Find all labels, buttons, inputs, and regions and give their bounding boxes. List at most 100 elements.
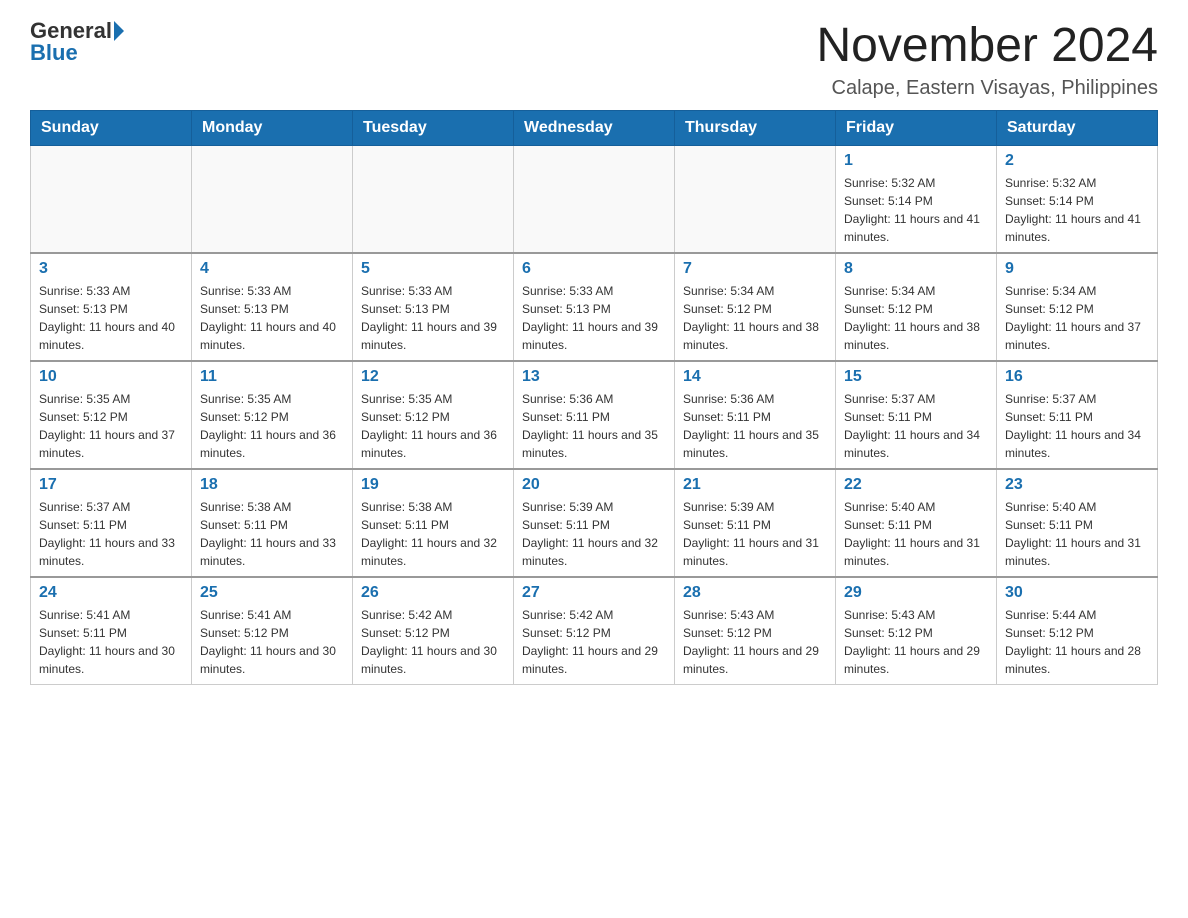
day-info: Sunrise: 5:44 AM Sunset: 5:12 PM Dayligh…	[1005, 606, 1149, 678]
calendar-cell: 23 Sunrise: 5:40 AM Sunset: 5:11 PM Dayli…	[997, 469, 1158, 577]
day-number: 27	[522, 584, 666, 602]
col-header-saturday: Saturday	[997, 110, 1158, 145]
day-number: 19	[361, 476, 505, 494]
calendar-cell: 25 Sunrise: 5:41 AM Sunset: 5:12 PM Dayli…	[192, 577, 353, 685]
calendar-cell: 17 Sunrise: 5:37 AM Sunset: 5:11 PM Dayli…	[31, 469, 192, 577]
day-info: Sunrise: 5:38 AM Sunset: 5:11 PM Dayligh…	[361, 498, 505, 570]
calendar-week-row: 10 Sunrise: 5:35 AM Sunset: 5:12 PM Dayli…	[31, 361, 1158, 469]
day-info: Sunrise: 5:42 AM Sunset: 5:12 PM Dayligh…	[522, 606, 666, 678]
col-header-monday: Monday	[192, 110, 353, 145]
calendar-cell: 24 Sunrise: 5:41 AM Sunset: 5:11 PM Dayli…	[31, 577, 192, 685]
day-number: 10	[39, 368, 183, 386]
location-text: Calape, Eastern Visayas, Philippines	[816, 77, 1158, 100]
calendar-cell	[353, 145, 514, 253]
day-info: Sunrise: 5:39 AM Sunset: 5:11 PM Dayligh…	[522, 498, 666, 570]
day-number: 28	[683, 584, 827, 602]
calendar-cell: 27 Sunrise: 5:42 AM Sunset: 5:12 PM Dayli…	[514, 577, 675, 685]
title-section: November 2024 Calape, Eastern Visayas, P…	[816, 20, 1158, 100]
day-info: Sunrise: 5:37 AM Sunset: 5:11 PM Dayligh…	[1005, 390, 1149, 462]
day-number: 23	[1005, 476, 1149, 494]
logo-blue-text: Blue	[30, 42, 78, 64]
calendar-cell: 1 Sunrise: 5:32 AM Sunset: 5:14 PM Daylig…	[836, 145, 997, 253]
day-info: Sunrise: 5:34 AM Sunset: 5:12 PM Dayligh…	[844, 282, 988, 354]
calendar-cell: 3Sunrise: 5:33 AM Sunset: 5:13 PM Daylig…	[31, 253, 192, 361]
calendar-week-row: 24 Sunrise: 5:41 AM Sunset: 5:11 PM Dayli…	[31, 577, 1158, 685]
day-number: 29	[844, 584, 988, 602]
col-header-sunday: Sunday	[31, 110, 192, 145]
day-number: 6	[522, 260, 666, 278]
calendar-cell: 14Sunrise: 5:36 AM Sunset: 5:11 PM Dayli…	[675, 361, 836, 469]
calendar-cell	[192, 145, 353, 253]
calendar-week-row: 17 Sunrise: 5:37 AM Sunset: 5:11 PM Dayli…	[31, 469, 1158, 577]
calendar-week-row: 3Sunrise: 5:33 AM Sunset: 5:13 PM Daylig…	[31, 253, 1158, 361]
day-info: Sunrise: 5:36 AM Sunset: 5:11 PM Dayligh…	[522, 390, 666, 462]
day-number: 24	[39, 584, 183, 602]
logo-general-text: General	[30, 20, 112, 42]
day-info: Sunrise: 5:35 AM Sunset: 5:12 PM Dayligh…	[361, 390, 505, 462]
day-info: Sunrise: 5:34 AM Sunset: 5:12 PM Dayligh…	[683, 282, 827, 354]
day-info: Sunrise: 5:41 AM Sunset: 5:11 PM Dayligh…	[39, 606, 183, 678]
calendar-cell: 6 Sunrise: 5:33 AM Sunset: 5:13 PM Daylig…	[514, 253, 675, 361]
day-info: Sunrise: 5:37 AM Sunset: 5:11 PM Dayligh…	[39, 498, 183, 570]
calendar-cell: 26 Sunrise: 5:42 AM Sunset: 5:12 PM Dayli…	[353, 577, 514, 685]
day-number: 22	[844, 476, 988, 494]
day-info: Sunrise: 5:42 AM Sunset: 5:12 PM Dayligh…	[361, 606, 505, 678]
day-number: 4	[200, 260, 344, 278]
calendar-cell: 19 Sunrise: 5:38 AM Sunset: 5:11 PM Dayli…	[353, 469, 514, 577]
day-info: Sunrise: 5:35 AM Sunset: 5:12 PM Dayligh…	[200, 390, 344, 462]
calendar-cell: 21Sunrise: 5:39 AM Sunset: 5:11 PM Dayli…	[675, 469, 836, 577]
calendar-cell: 12 Sunrise: 5:35 AM Sunset: 5:12 PM Dayli…	[353, 361, 514, 469]
day-info: Sunrise: 5:40 AM Sunset: 5:11 PM Dayligh…	[1005, 498, 1149, 570]
calendar-cell: 10 Sunrise: 5:35 AM Sunset: 5:12 PM Dayli…	[31, 361, 192, 469]
day-info: Sunrise: 5:36 AM Sunset: 5:11 PM Dayligh…	[683, 390, 827, 462]
day-number: 25	[200, 584, 344, 602]
calendar-cell	[31, 145, 192, 253]
day-info: Sunrise: 5:33 AM Sunset: 5:13 PM Dayligh…	[522, 282, 666, 354]
day-number: 12	[361, 368, 505, 386]
day-number: 1	[844, 152, 988, 170]
day-number: 5	[361, 260, 505, 278]
calendar-cell: 15Sunrise: 5:37 AM Sunset: 5:11 PM Dayli…	[836, 361, 997, 469]
calendar-cell: 18Sunrise: 5:38 AM Sunset: 5:11 PM Dayli…	[192, 469, 353, 577]
logo-arrow-icon	[114, 21, 124, 41]
col-header-tuesday: Tuesday	[353, 110, 514, 145]
day-number: 26	[361, 584, 505, 602]
calendar-cell	[514, 145, 675, 253]
day-info: Sunrise: 5:34 AM Sunset: 5:12 PM Dayligh…	[1005, 282, 1149, 354]
day-info: Sunrise: 5:33 AM Sunset: 5:13 PM Dayligh…	[39, 282, 183, 354]
day-info: Sunrise: 5:40 AM Sunset: 5:11 PM Dayligh…	[844, 498, 988, 570]
day-number: 30	[1005, 584, 1149, 602]
day-info: Sunrise: 5:32 AM Sunset: 5:14 PM Dayligh…	[844, 174, 988, 246]
day-number: 2	[1005, 152, 1149, 170]
day-info: Sunrise: 5:38 AM Sunset: 5:11 PM Dayligh…	[200, 498, 344, 570]
calendar-cell: 9 Sunrise: 5:34 AM Sunset: 5:12 PM Daylig…	[997, 253, 1158, 361]
logo: General Blue	[30, 20, 124, 64]
day-number: 17	[39, 476, 183, 494]
day-number: 16	[1005, 368, 1149, 386]
day-info: Sunrise: 5:41 AM Sunset: 5:12 PM Dayligh…	[200, 606, 344, 678]
day-info: Sunrise: 5:33 AM Sunset: 5:13 PM Dayligh…	[361, 282, 505, 354]
day-info: Sunrise: 5:32 AM Sunset: 5:14 PM Dayligh…	[1005, 174, 1149, 246]
day-info: Sunrise: 5:33 AM Sunset: 5:13 PM Dayligh…	[200, 282, 344, 354]
calendar-cell: 13Sunrise: 5:36 AM Sunset: 5:11 PM Dayli…	[514, 361, 675, 469]
calendar-cell: 16 Sunrise: 5:37 AM Sunset: 5:11 PM Dayli…	[997, 361, 1158, 469]
day-info: Sunrise: 5:43 AM Sunset: 5:12 PM Dayligh…	[844, 606, 988, 678]
calendar-cell	[675, 145, 836, 253]
month-title: November 2024	[816, 20, 1158, 73]
calendar-cell: 8 Sunrise: 5:34 AM Sunset: 5:12 PM Daylig…	[836, 253, 997, 361]
calendar-table: SundayMondayTuesdayWednesdayThursdayFrid…	[30, 110, 1158, 685]
day-number: 20	[522, 476, 666, 494]
calendar-cell: 2 Sunrise: 5:32 AM Sunset: 5:14 PM Daylig…	[997, 145, 1158, 253]
day-number: 7	[683, 260, 827, 278]
calendar-cell: 30 Sunrise: 5:44 AM Sunset: 5:12 PM Dayli…	[997, 577, 1158, 685]
calendar-cell: 22 Sunrise: 5:40 AM Sunset: 5:11 PM Dayli…	[836, 469, 997, 577]
day-number: 9	[1005, 260, 1149, 278]
calendar-cell: 7 Sunrise: 5:34 AM Sunset: 5:12 PM Daylig…	[675, 253, 836, 361]
calendar-cell: 5 Sunrise: 5:33 AM Sunset: 5:13 PM Daylig…	[353, 253, 514, 361]
day-info: Sunrise: 5:35 AM Sunset: 5:12 PM Dayligh…	[39, 390, 183, 462]
calendar-cell: 28Sunrise: 5:43 AM Sunset: 5:12 PM Dayli…	[675, 577, 836, 685]
calendar-cell: 4 Sunrise: 5:33 AM Sunset: 5:13 PM Daylig…	[192, 253, 353, 361]
day-number: 8	[844, 260, 988, 278]
col-header-wednesday: Wednesday	[514, 110, 675, 145]
day-info: Sunrise: 5:39 AM Sunset: 5:11 PM Dayligh…	[683, 498, 827, 570]
